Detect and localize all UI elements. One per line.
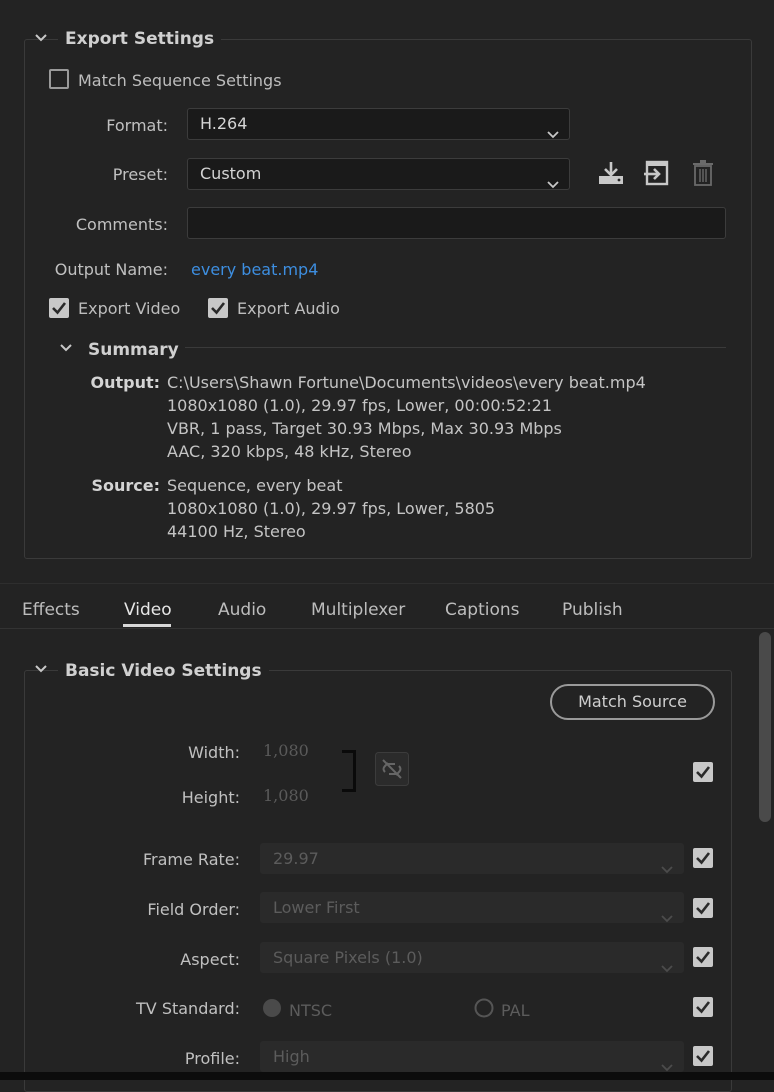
- aspect-label: Aspect:: [180, 950, 240, 969]
- basic-video-settings-panel: [24, 670, 732, 1092]
- tab-effects[interactable]: Effects: [22, 600, 80, 620]
- field-order-label: Field Order:: [147, 900, 240, 919]
- pal-label: PAL: [501, 1001, 530, 1020]
- tab-multiplexer[interactable]: Multiplexer: [311, 600, 405, 620]
- summary-divider: [185, 347, 726, 348]
- tabs-top-divider: [0, 583, 774, 584]
- chevron-down-icon: [661, 903, 673, 933]
- tab-publish[interactable]: Publish: [562, 600, 623, 620]
- delete-preset-icon[interactable]: [692, 160, 714, 190]
- match-field-order-checkbox[interactable]: [693, 898, 713, 918]
- profile-select[interactable]: High: [260, 1041, 684, 1072]
- field-order-select[interactable]: Lower First: [260, 892, 684, 923]
- summary-output-line: C:\Users\Shawn Fortune\Documents\videos\…: [167, 373, 646, 392]
- ntsc-label: NTSC: [289, 1001, 333, 1020]
- preset-value: Custom: [200, 164, 262, 183]
- match-frame-rate-checkbox[interactable]: [693, 848, 713, 868]
- aspect-value: Square Pixels (1.0): [273, 948, 423, 967]
- pal-radio[interactable]: [474, 998, 494, 1022]
- preset-label: Preset:: [112, 165, 168, 184]
- summary-output-line: AAC, 320 kbps, 48 kHz, Stereo: [167, 442, 412, 461]
- summary-source-line: 44100 Hz, Stereo: [167, 522, 306, 541]
- chevron-down-icon: [547, 169, 559, 199]
- profile-label: Profile:: [184, 1049, 240, 1068]
- chevron-down-icon: [661, 854, 673, 884]
- summary-source-line: 1080x1080 (1.0), 29.97 fps, Lower, 5805: [167, 499, 496, 518]
- aspect-select[interactable]: Square Pixels (1.0): [260, 942, 684, 973]
- comments-label: Comments:: [75, 215, 168, 234]
- format-value: H.264: [200, 114, 248, 133]
- export-audio-checkbox[interactable]: [208, 298, 228, 318]
- height-input[interactable]: 1,080: [263, 786, 309, 805]
- tab-audio[interactable]: Audio: [218, 600, 266, 620]
- bottom-edge: [0, 1072, 774, 1080]
- summary-source-label: Source:: [91, 476, 160, 495]
- export-settings-title: Export Settings: [58, 29, 222, 49]
- unlink-icon[interactable]: [375, 752, 409, 790]
- chevron-down-icon: [661, 953, 673, 983]
- ntsc-radio[interactable]: [262, 998, 282, 1022]
- save-preset-icon[interactable]: [597, 160, 625, 190]
- frame-rate-value: 29.97: [273, 849, 319, 868]
- match-aspect-checkbox[interactable]: [693, 947, 713, 967]
- format-label: Format:: [106, 116, 168, 135]
- tab-captions[interactable]: Captions: [445, 600, 520, 620]
- match-source-button[interactable]: Match Source: [550, 684, 715, 720]
- output-name-link[interactable]: every beat.mp4: [191, 260, 318, 279]
- summary-output-label: Output:: [90, 373, 160, 392]
- chevron-down-icon[interactable]: [35, 33, 47, 43]
- basic-video-settings-title: Basic Video Settings: [58, 661, 269, 681]
- frame-rate-label: Frame Rate:: [142, 850, 240, 869]
- frame-rate-select[interactable]: 29.97: [260, 843, 684, 874]
- tabs-bottom-divider: [0, 628, 774, 629]
- tab-video[interactable]: Video: [124, 600, 172, 620]
- export-video-checkbox[interactable]: [49, 298, 69, 318]
- match-dimensions-checkbox[interactable]: [693, 762, 713, 782]
- height-label: Height:: [181, 788, 240, 807]
- match-tv-standard-checkbox[interactable]: [693, 997, 713, 1017]
- export-audio-label: Export Audio: [237, 299, 340, 318]
- width-label: Width:: [188, 743, 240, 762]
- export-video-label: Export Video: [78, 299, 181, 318]
- tv-standard-label: TV Standard:: [136, 999, 240, 1018]
- import-preset-icon[interactable]: [643, 160, 671, 190]
- output-name-label: Output Name:: [54, 260, 168, 279]
- profile-value: High: [273, 1047, 310, 1066]
- comments-input[interactable]: [187, 207, 726, 239]
- summary-title: Summary: [88, 340, 179, 360]
- width-input[interactable]: 1,080: [263, 741, 309, 760]
- chevron-down-icon[interactable]: [35, 664, 47, 674]
- match-sequence-checkbox[interactable]: [49, 69, 69, 89]
- chevron-down-icon[interactable]: [60, 343, 72, 353]
- summary-output-line: VBR, 1 pass, Target 30.93 Mbps, Max 30.9…: [167, 419, 562, 438]
- preset-select[interactable]: Custom: [187, 158, 570, 190]
- scrollbar-thumb[interactable]: [759, 632, 771, 822]
- dimension-link-bracket: [342, 750, 356, 792]
- match-sequence-label: Match Sequence Settings: [78, 71, 282, 90]
- chevron-down-icon: [547, 119, 559, 149]
- summary-output-line: 1080x1080 (1.0), 29.97 fps, Lower, 00:00…: [167, 396, 552, 415]
- format-select[interactable]: H.264: [187, 108, 570, 140]
- active-tab-underline: [123, 624, 171, 627]
- summary-source-line: Sequence, every beat: [167, 476, 343, 495]
- field-order-value: Lower First: [273, 898, 360, 917]
- match-profile-checkbox[interactable]: [693, 1046, 713, 1066]
